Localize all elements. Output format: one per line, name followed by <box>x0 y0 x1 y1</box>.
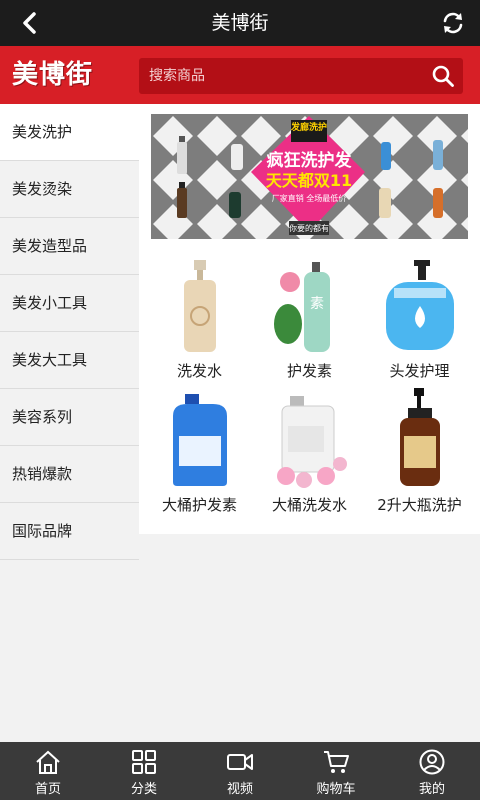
tab-categories[interactable]: 分类 <box>96 742 192 800</box>
banner-badge: 发廊洗护 <box>290 121 327 133</box>
sidebar-item-small-tools[interactable]: 美发小工具 <box>0 275 139 332</box>
banner-headline-2: 天天都双11 <box>266 171 352 190</box>
tab-label: 首页 <box>34 782 61 797</box>
product-conditioner[interactable]: 素 护发素 <box>253 254 366 384</box>
top-bar: 美博街 <box>0 0 480 46</box>
tab-profile[interactable]: 我的 <box>384 742 480 800</box>
product-name: 洗发水 <box>176 362 222 380</box>
user-icon <box>419 749 445 775</box>
brand-bar: 美博街 <box>0 46 480 104</box>
tab-label: 分类 <box>130 782 157 797</box>
main-content: 发廊洗护 疯狂洗护发 天天都双11 厂家直销 全场最低价 你要的都有 洗发水 素… <box>139 104 480 534</box>
sidebar-item-beauty[interactable]: 美容系列 <box>0 389 139 446</box>
product-image <box>363 388 476 488</box>
product-image <box>143 388 256 488</box>
tab-home[interactable]: 首页 <box>0 742 96 800</box>
sidebar-item-perm-dye[interactable]: 美发烫染 <box>0 161 139 218</box>
banner-footer: 你要的都有 <box>289 223 329 233</box>
product-image <box>143 254 256 354</box>
tab-video[interactable]: 视频 <box>192 742 288 800</box>
product-image <box>363 254 476 354</box>
product-big-conditioner[interactable]: 大桶护发素 <box>143 388 256 518</box>
promo-banner-art: 发廊洗护 疯狂洗护发 天天都双11 厂家直销 全场最低价 你要的都有 <box>151 114 468 239</box>
search-box <box>139 58 463 94</box>
svg-text:素: 素 <box>310 296 324 312</box>
tab-cart[interactable]: 购物车 <box>288 742 384 800</box>
promo-banner[interactable]: 发廊洗护 疯狂洗护发 天天都双11 厂家直销 全场最低价 你要的都有 <box>151 114 468 239</box>
product-image <box>253 388 366 488</box>
product-name: 头发护理 <box>389 362 450 380</box>
sidebar-item-hair-care[interactable]: 美发洗护 <box>0 104 139 161</box>
product-shampoo[interactable]: 洗发水 <box>143 254 256 384</box>
product-image: 素 <box>253 254 366 354</box>
brand-logo[interactable]: 美博街 <box>12 54 93 96</box>
tab-label: 视频 <box>226 782 253 797</box>
product-name: 护发素 <box>286 362 332 380</box>
product-name: 大桶洗发水 <box>271 496 347 514</box>
bottom-tab-bar: 首页 分类 视频 购物车 我的 <box>0 742 480 800</box>
sidebar-item-large-tools[interactable]: 美发大工具 <box>0 332 139 389</box>
video-icon <box>227 754 253 770</box>
sidebar-item-bestsellers[interactable]: 热销爆款 <box>0 446 139 503</box>
product-2l-bottle[interactable]: 2升大瓶洗护 <box>363 388 476 518</box>
banner-subline: 厂家直销 全场最低价 <box>272 193 347 203</box>
cart-icon <box>324 751 349 773</box>
product-hair-treatment[interactable]: 头发护理 <box>363 254 476 384</box>
refresh-button[interactable] <box>438 8 468 38</box>
category-sidebar: 美发洗护 美发烫染 美发造型品 美发小工具 美发大工具 美容系列 热销爆款 国际… <box>0 104 139 560</box>
grid-icon <box>132 750 156 774</box>
search-input[interactable] <box>139 58 419 94</box>
search-icon[interactable] <box>431 64 455 88</box>
refresh-icon <box>443 12 463 34</box>
product-name: 大桶护发素 <box>161 496 237 514</box>
page-title: 美博街 <box>211 12 269 34</box>
product-name: 2升大瓶洗护 <box>377 496 462 514</box>
sidebar-item-intl-brands[interactable]: 国际品牌 <box>0 503 139 560</box>
sidebar-item-styling[interactable]: 美发造型品 <box>0 218 139 275</box>
product-big-shampoo[interactable]: 大桶洗发水 <box>253 388 366 518</box>
banner-headline-1: 疯狂洗护发 <box>267 150 353 171</box>
tab-label: 我的 <box>418 782 445 797</box>
tab-label: 购物车 <box>316 782 356 797</box>
home-icon <box>36 750 60 774</box>
